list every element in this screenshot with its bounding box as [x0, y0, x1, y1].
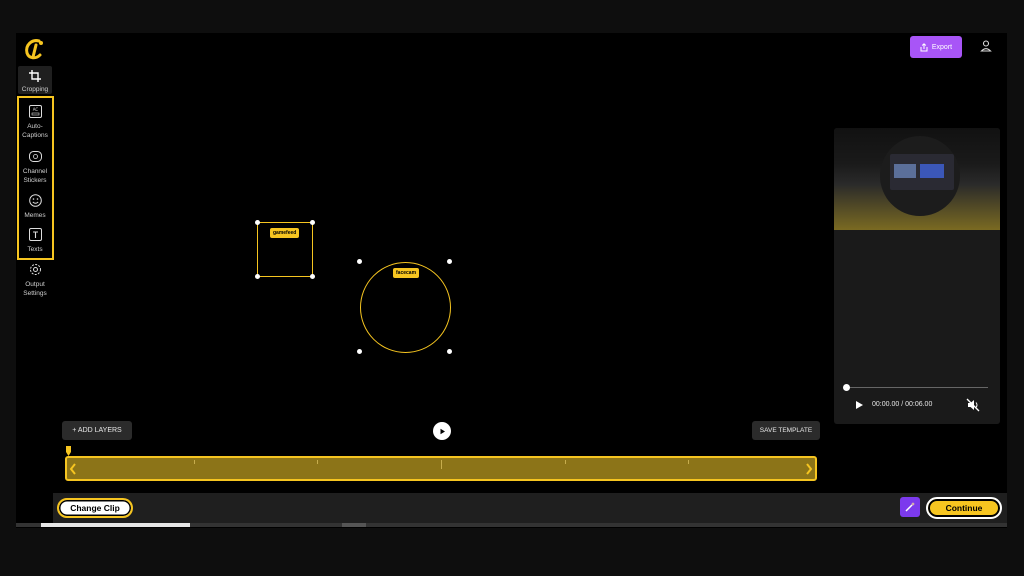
tool-auto-captions-label: Auto-Captions [22, 123, 48, 139]
tool-cropping-label: Cropping [21, 86, 49, 93]
save-template-button[interactable]: SAVE TEMPLATE [752, 421, 820, 440]
page-progress-fill [41, 523, 190, 527]
resize-handle[interactable] [447, 349, 452, 354]
editor-frame: Cropping AC Auto-Captions Channel Sticke… [16, 33, 1007, 528]
tool-output-settings[interactable]: Output Settings [18, 261, 52, 298]
resize-handle[interactable] [357, 349, 362, 354]
mute-icon[interactable] [966, 398, 980, 412]
preview-facecam-circle [880, 136, 960, 216]
tool-cropping[interactable]: Cropping [18, 66, 52, 94]
magic-button[interactable] [900, 497, 920, 517]
resize-handle[interactable] [310, 274, 315, 279]
continue-label: Continue [945, 503, 983, 513]
tool-output-settings-label: Output Settings [23, 281, 47, 297]
playhead[interactable] [66, 446, 71, 456]
timeline-tick [317, 460, 318, 464]
export-button[interactable]: Export [910, 36, 962, 58]
crop-icon [27, 69, 43, 82]
continue-button[interactable]: Continue [926, 497, 1002, 519]
play-button[interactable] [433, 422, 451, 440]
page-progress-marker [342, 523, 366, 527]
resize-handle[interactable] [310, 220, 315, 225]
preview-panel: 00:00.00 / 00:06.00 [834, 128, 1000, 424]
tool-memes-label: Memes [24, 212, 46, 219]
tool-memes[interactable]: Memes [18, 192, 52, 220]
resize-handle[interactable] [255, 220, 260, 225]
timeline-track[interactable] [65, 456, 817, 481]
seek-handle[interactable] [843, 384, 850, 391]
preview-video[interactable] [834, 230, 1000, 424]
play-icon [440, 428, 445, 434]
resize-handle[interactable] [447, 259, 452, 264]
preview-thumbnail [834, 128, 1000, 230]
magic-wand-icon [905, 502, 915, 512]
add-layers-label: + ADD LAYERS [72, 427, 122, 434]
sticker-icon [27, 148, 43, 164]
svg-text:AC: AC [32, 107, 38, 112]
facecam-tag: facecam [393, 268, 420, 278]
timeline-tick [565, 460, 566, 464]
gamefeed-tag: gamefeed [270, 228, 300, 238]
play-icon[interactable] [854, 400, 864, 410]
tool-auto-captions[interactable]: AC Auto-Captions [18, 103, 52, 140]
bottom-bar: Change Clip Continue [53, 493, 1007, 523]
trim-left-handle[interactable] [68, 462, 78, 476]
export-label: Export [931, 43, 953, 51]
timeline-tick [688, 460, 689, 464]
timeline-tick [441, 460, 442, 469]
app-logo [25, 39, 43, 60]
trim-right-handle[interactable] [804, 462, 814, 476]
text-icon [27, 226, 43, 242]
share-icon [920, 42, 928, 51]
add-layers-button[interactable]: + ADD LAYERS [62, 421, 132, 440]
change-clip-label: Change Clip [70, 503, 120, 513]
user-icon[interactable] [979, 39, 993, 53]
change-clip-button[interactable]: Change Clip [57, 498, 133, 518]
timeline-tick [194, 460, 195, 464]
tool-channel-stickers[interactable]: Channel Stickers [18, 148, 52, 185]
tool-texts[interactable]: Texts [18, 226, 52, 254]
captions-icon: AC [27, 103, 43, 119]
resize-handle[interactable] [357, 259, 362, 264]
tool-channel-stickers-label: Channel Stickers [22, 168, 48, 184]
meme-icon [27, 192, 43, 208]
tool-texts-label: Texts [27, 246, 43, 253]
save-template-label: SAVE TEMPLATE [759, 427, 813, 434]
seek-bar[interactable] [846, 387, 988, 388]
gear-icon [27, 261, 43, 277]
time-display: 00:00.00 / 00:06.00 [872, 401, 933, 408]
resize-handle[interactable] [255, 274, 260, 279]
